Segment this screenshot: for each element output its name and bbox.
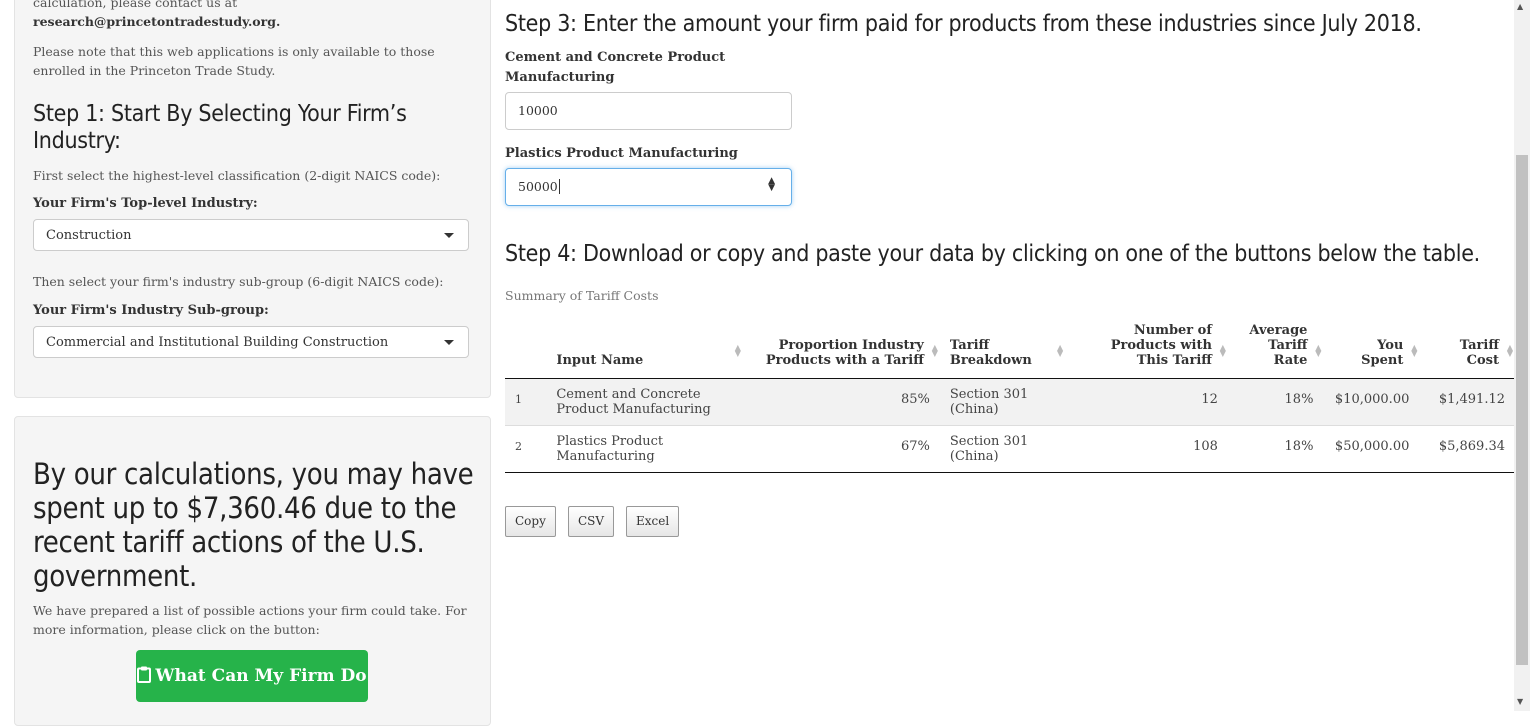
cement-amount-value: 10000 — [518, 103, 558, 118]
column-header-label: Average Tariff Rate — [1249, 323, 1308, 368]
table-caption: Summary of Tariff Costs — [505, 288, 659, 303]
step3-title: Step 3: Enter the amount your firm paid … — [505, 11, 1422, 37]
result-info: We have prepared a list of possible acti… — [33, 603, 467, 637]
cell-you-spent: $10,000.00 — [1323, 378, 1420, 426]
availability-note: Please note that this web applications i… — [33, 44, 435, 78]
column-header-you-spent[interactable]: You Spent ▲ ▼ — [1323, 315, 1420, 379]
cell-index: 2 — [505, 425, 547, 473]
cell-input-name: Plastics Product Manufacturing — [546, 425, 743, 473]
cell-input-name: Cement and Concrete Product Manufacturin… — [546, 378, 743, 426]
top-level-industry-value: Construction — [46, 228, 132, 243]
cell-tariff-cost: $5,869.34 — [1419, 425, 1515, 473]
cell-proportion: 67% — [742, 425, 940, 473]
cell-avg-rate: 18% — [1227, 378, 1324, 426]
subgroup-value: Commercial and Institutional Building Co… — [46, 335, 389, 350]
column-header-num-products[interactable]: Number of Products with This Tariff ▲ ▼ — [1065, 315, 1228, 379]
input-label-cement: Cement and Concrete Product Manufacturin… — [505, 50, 726, 85]
result-headline: By our calculations, you may have spent … — [33, 457, 474, 593]
what-can-my-firm-do-button[interactable]: What Can My Firm Do — [136, 650, 368, 702]
subgroup-label: Your Firm's Industry Sub-group: — [33, 303, 269, 318]
tariff-summary-table: Input Name ▲ ▼ Proportion Industry Produc… — [505, 315, 1515, 473]
chevron-down-icon — [444, 233, 454, 238]
table-row[interactable]: 2 Plastics Product Manufacturing 67% Sec… — [505, 425, 1515, 473]
sort-icon: ▲ ▼ — [1506, 342, 1513, 358]
contact-text: calculation, please contact us at resear… — [33, 0, 281, 29]
sort-icon: ▲ ▼ — [1411, 342, 1418, 358]
cell-index: 1 — [505, 378, 547, 426]
chevron-down-icon — [444, 340, 454, 345]
scroll-up-icon[interactable]: ▲ — [1517, 2, 1523, 11]
number-spinner-icon[interactable]: ▲ ▼ — [768, 177, 775, 193]
button-label: What Can My Firm Do — [155, 666, 367, 686]
plastics-amount-input[interactable]: 50000 ▲ ▼ — [505, 168, 792, 206]
cell-breakdown: Section 301 (China) — [939, 425, 1066, 473]
cell-num-products: 12 — [1065, 378, 1228, 426]
cell-breakdown: Section 301 (China) — [939, 378, 1066, 426]
contact-email[interactable]: research@princetontradestudy.org. — [33, 14, 280, 29]
scroll-down-icon[interactable]: ▼ — [1517, 697, 1523, 706]
column-header-label: Tariff Cost — [1459, 338, 1499, 368]
cell-num-products: 108 — [1065, 425, 1228, 473]
column-header-input-name[interactable]: Input Name ▲ ▼ — [546, 315, 743, 379]
sort-icon: ▲ ▼ — [931, 342, 938, 358]
plastics-amount-value: 50000 — [518, 179, 558, 194]
column-header-avg-rate[interactable]: Average Tariff Rate ▲ ▼ — [1227, 315, 1324, 379]
table-row[interactable]: 1 Cement and Concrete Product Manufactur… — [505, 378, 1515, 426]
column-header-label: Proportion Industry Products with a Tari… — [765, 338, 924, 368]
subgroup-select[interactable]: Commercial and Institutional Building Co… — [33, 326, 469, 358]
top-level-industry-label: Your Firm's Top-level Industry: — [33, 196, 258, 211]
cell-proportion: 85% — [742, 378, 940, 426]
step1-title: Step 1: Start By Selecting Your Firm’s I… — [33, 101, 407, 154]
sort-icon: ▲ ▼ — [1056, 342, 1064, 358]
subgroup-hint: Then select your firm's industry sub-gro… — [33, 274, 444, 289]
column-header-label: Tariff Breakdown — [949, 338, 1032, 368]
column-header-tariff-cost[interactable]: Tariff Cost ▲ ▼ — [1419, 315, 1515, 379]
step4-title: Step 4: Download or copy and paste your … — [505, 241, 1480, 267]
top-level-industry-select[interactable]: Construction — [33, 219, 469, 251]
sort-icon: ▲ ▼ — [734, 342, 741, 358]
csv-button[interactable]: CSV — [568, 506, 615, 537]
cement-amount-input[interactable]: 10000 — [505, 92, 792, 130]
column-header-label: You Spent — [1361, 338, 1404, 368]
cell-avg-rate: 18% — [1227, 425, 1324, 473]
column-header-index — [505, 315, 547, 379]
excel-button[interactable]: Excel — [626, 506, 680, 537]
cell-tariff-cost: $1,491.12 — [1419, 378, 1515, 426]
sort-icon: ▲ ▼ — [1315, 342, 1322, 358]
scrollbar-thumb[interactable] — [1516, 155, 1528, 665]
step1-hint: First select the highest-level classific… — [33, 168, 441, 183]
input-label-plastics: Plastics Product Manufacturing — [505, 146, 738, 161]
cell-you-spent: $50,000.00 — [1323, 425, 1420, 473]
column-header-proportion[interactable]: Proportion Industry Products with a Tari… — [742, 315, 940, 379]
column-header-breakdown[interactable]: Tariff Breakdown ▲ ▼ — [939, 315, 1066, 379]
copy-button[interactable]: Copy — [505, 506, 556, 537]
sort-icon: ▲ ▼ — [1219, 342, 1226, 358]
column-header-label: Number of Products with This Tariff — [1110, 323, 1212, 368]
clipboard-icon — [137, 666, 152, 683]
column-header-label: Input Name — [556, 353, 644, 368]
